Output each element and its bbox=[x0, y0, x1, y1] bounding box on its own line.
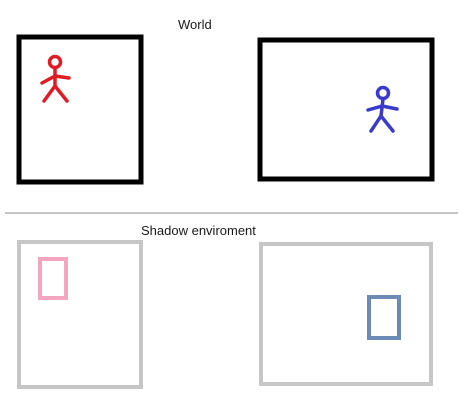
steel-blue-rectangle bbox=[367, 295, 401, 340]
world-left-frame bbox=[16, 34, 144, 185]
blue-figure-arm-right bbox=[380, 104, 399, 111]
shadow-left-frame bbox=[17, 240, 143, 389]
world-right-frame bbox=[257, 37, 435, 182]
red-figure-head bbox=[47, 54, 63, 70]
red-stick-figure bbox=[40, 54, 71, 103]
blue-figure-leg-left bbox=[369, 114, 383, 133]
red-figure-leg-right bbox=[53, 84, 69, 103]
blue-figure-arm-left bbox=[366, 104, 384, 112]
blue-figure-head bbox=[375, 85, 391, 101]
red-figure-arm-left bbox=[40, 74, 57, 85]
pink-rectangle bbox=[38, 257, 68, 300]
blue-figure-leg-right bbox=[379, 114, 395, 133]
diagram-canvas bbox=[5, 34, 458, 389]
red-figure-leg-left bbox=[42, 84, 57, 103]
shadow-right-frame bbox=[259, 242, 433, 386]
blue-stick-figure bbox=[366, 85, 399, 133]
red-figure-arm-right bbox=[53, 74, 71, 80]
